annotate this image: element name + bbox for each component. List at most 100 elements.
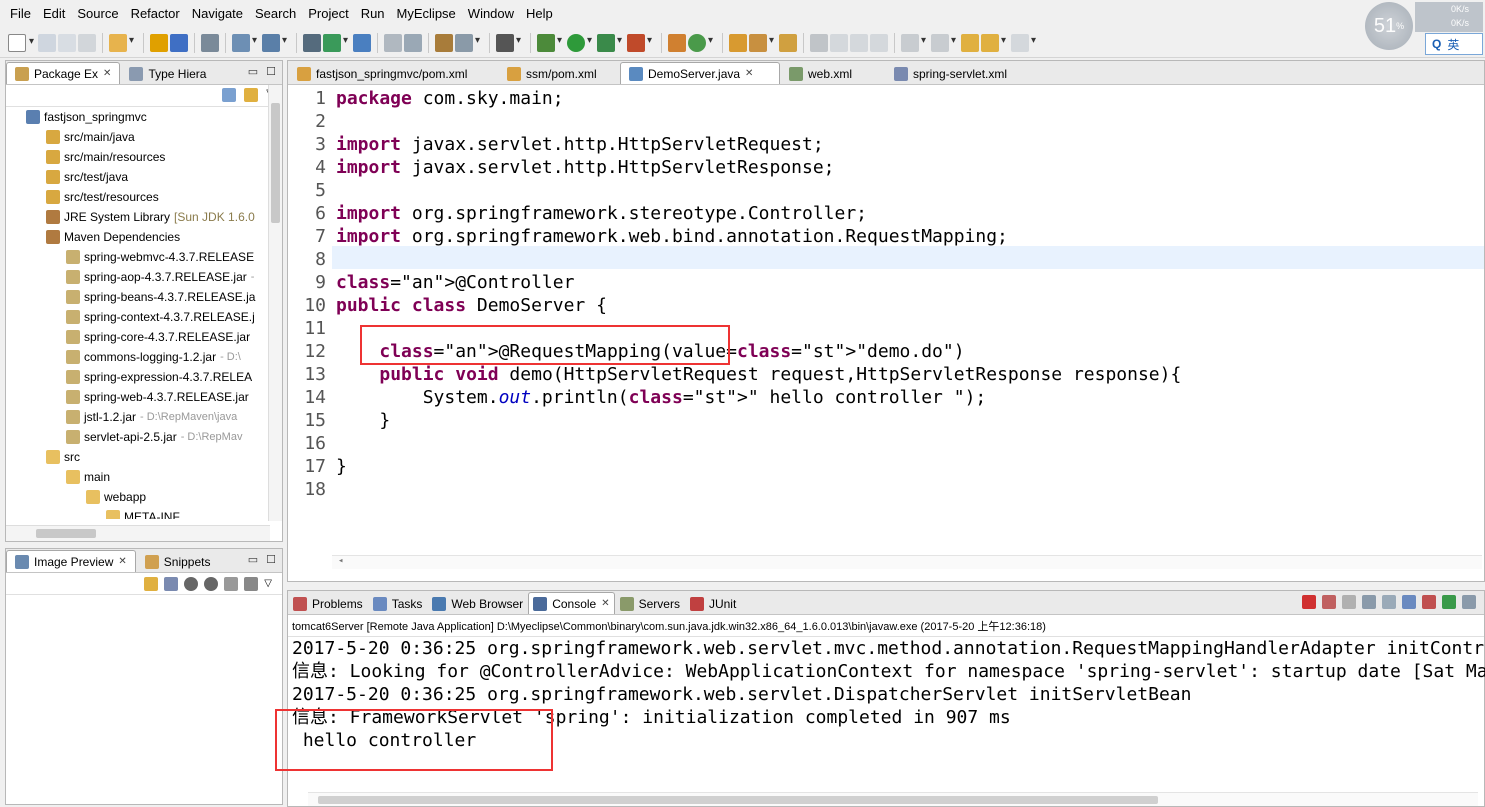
link-editor-icon[interactable] xyxy=(244,88,259,102)
tree-item[interactable]: jstl-1.2.jar - D:\RepMaven\java xyxy=(66,407,237,427)
run-icon[interactable] xyxy=(567,33,592,52)
editor-tab[interactable]: ssm/pom.xml xyxy=(498,62,620,84)
fit-icon[interactable] xyxy=(164,576,179,591)
terminate-icon[interactable] xyxy=(1302,595,1316,609)
nav-left-icon[interactable] xyxy=(384,33,402,52)
clear-console-icon[interactable] xyxy=(1362,595,1376,609)
close-icon[interactable]: ✕ xyxy=(745,68,753,79)
marker-icon[interactable] xyxy=(830,33,848,52)
server-icon[interactable] xyxy=(201,33,219,52)
annotation-icon[interactable] xyxy=(810,33,828,52)
tree-item[interactable]: src/main/resources xyxy=(46,147,165,167)
menu-window[interactable]: Window xyxy=(462,0,520,28)
open-folder-icon[interactable] xyxy=(729,33,747,52)
new-icon[interactable] xyxy=(8,33,34,52)
tree-item[interactable]: spring-beans-4.3.7.RELEASE.ja xyxy=(66,287,255,307)
wizard-icon[interactable] xyxy=(232,33,257,52)
menu-run[interactable]: Run xyxy=(355,0,391,28)
tab-image-preview[interactable]: Image Preview ✕ xyxy=(6,550,136,572)
menu-myeclipse[interactable]: MyEclipse xyxy=(391,0,462,28)
code-area[interactable]: 1 2 3 4 5 6 7 8 9 10 11 12 13 14 15 16 17 18 package com.… xyxy=(288,85,1484,569)
menu-search[interactable]: Search xyxy=(249,0,302,28)
pen-icon[interactable] xyxy=(749,33,774,52)
editor-tab[interactable]: fastjson_springmvc/pom.xml xyxy=(288,62,498,84)
tree-item[interactable]: Maven Dependencies xyxy=(46,227,180,247)
tab-snippets[interactable]: Snippets xyxy=(136,550,220,572)
new-class-icon[interactable] xyxy=(668,33,686,52)
display-console-icon[interactable] xyxy=(1462,595,1476,609)
tree-item[interactable]: spring-web-4.3.7.RELEASE.jar xyxy=(66,387,249,407)
menu-refactor[interactable]: Refactor xyxy=(125,0,186,28)
zoom-in-icon[interactable] xyxy=(204,576,219,591)
show-stderr-icon[interactable] xyxy=(1422,595,1436,609)
search-tool-icon[interactable] xyxy=(262,33,287,52)
tree-item[interactable]: main xyxy=(66,467,110,487)
scroll-thumb[interactable] xyxy=(318,796,1158,804)
run-external-icon[interactable] xyxy=(597,33,622,52)
ime-indicator[interactable]: Q英 xyxy=(1425,33,1483,55)
tree-vertical-scrollbar[interactable] xyxy=(268,85,282,521)
refresh-icon[interactable] xyxy=(688,33,713,52)
tree-item[interactable]: spring-expression-4.3.7.RELEA xyxy=(66,367,252,387)
minimize-icon[interactable]: ▭ xyxy=(248,65,258,78)
print-icon[interactable] xyxy=(78,33,96,52)
editor-horizontal-scrollbar[interactable]: ◂ xyxy=(332,555,1482,569)
menu-help[interactable]: Help xyxy=(520,0,559,28)
menu-edit[interactable]: Edit xyxy=(37,0,71,28)
tab-package-explorer[interactable]: Package Ex ✕ xyxy=(6,62,121,84)
package-icon[interactable] xyxy=(150,33,168,52)
camera-icon[interactable] xyxy=(496,33,521,52)
actual-size-icon[interactable] xyxy=(224,576,239,591)
menu-file[interactable]: File xyxy=(4,0,37,28)
zoom-out-icon[interactable] xyxy=(184,576,199,591)
close-icon[interactable]: ✕ xyxy=(103,68,111,79)
remove-launch-icon[interactable] xyxy=(1322,595,1336,609)
console-tab[interactable]: Problems xyxy=(288,592,368,614)
tree-item[interactable]: spring-context-4.3.7.RELEASE.j xyxy=(66,307,255,327)
minimize-icon[interactable]: ▭ xyxy=(248,553,258,566)
editor-tab[interactable]: DemoServer.java ✕ xyxy=(620,62,780,84)
run-server-icon[interactable] xyxy=(323,33,348,52)
tree-item[interactable]: src/test/resources xyxy=(46,187,159,207)
forward-icon[interactable] xyxy=(1011,33,1036,52)
maximize-icon[interactable]: ☐ xyxy=(266,553,276,566)
link-icon[interactable] xyxy=(144,576,159,591)
console-tab[interactable]: JUnit xyxy=(685,592,741,614)
save-all-icon[interactable] xyxy=(58,33,76,52)
block-icon[interactable] xyxy=(850,33,868,52)
editor-tab[interactable]: spring-servlet.xml xyxy=(885,62,1035,84)
tree-item[interactable]: src xyxy=(46,447,80,467)
tree-item[interactable]: servlet-api-2.5.jar - D:\RepMav xyxy=(66,427,242,447)
back-icon[interactable] xyxy=(981,33,1006,52)
settings-icon[interactable] xyxy=(455,33,480,52)
tree-item[interactable]: commons-logging-1.2.jar - D:\ xyxy=(66,347,241,367)
debug-icon[interactable] xyxy=(537,33,562,52)
tree-item[interactable]: JRE System Library [Sun JDK 1.6.0 xyxy=(46,207,255,227)
scroll-thumb[interactable] xyxy=(271,103,280,223)
tab-type-hierarchy[interactable]: Type Hiera xyxy=(120,62,215,84)
open-type-icon[interactable] xyxy=(435,33,453,52)
scroll-lock-icon[interactable] xyxy=(1382,595,1396,609)
new-project-icon[interactable] xyxy=(109,33,134,52)
console-tab[interactable]: Tasks xyxy=(368,592,428,614)
menu-project[interactable]: Project xyxy=(302,0,354,28)
profile-icon[interactable] xyxy=(627,33,652,52)
show-stdout-icon[interactable] xyxy=(1402,595,1416,609)
menu-source[interactable]: Source xyxy=(71,0,124,28)
console-tab[interactable]: Servers xyxy=(615,592,685,614)
edit-icon[interactable] xyxy=(779,33,797,52)
tree-item[interactable]: src/test/java xyxy=(46,167,128,187)
tree-item[interactable]: META-INF xyxy=(106,507,180,519)
scroll-thumb[interactable] xyxy=(36,529,96,538)
pin-console-icon[interactable] xyxy=(1442,595,1456,609)
fit-window-icon[interactable] xyxy=(244,576,259,591)
tree-item[interactable]: webapp xyxy=(86,487,146,507)
last-edit-icon[interactable] xyxy=(961,33,979,52)
console-tab[interactable]: Console ✕ xyxy=(528,592,615,614)
globe-icon[interactable] xyxy=(353,33,371,52)
tree-item[interactable]: src/main/java xyxy=(46,127,135,147)
remove-all-icon[interactable] xyxy=(1342,595,1356,609)
tree-item[interactable]: fastjson_springmvc xyxy=(26,107,147,127)
nav-right-icon[interactable] xyxy=(404,33,422,52)
console-horizontal-scrollbar[interactable] xyxy=(308,792,1478,806)
